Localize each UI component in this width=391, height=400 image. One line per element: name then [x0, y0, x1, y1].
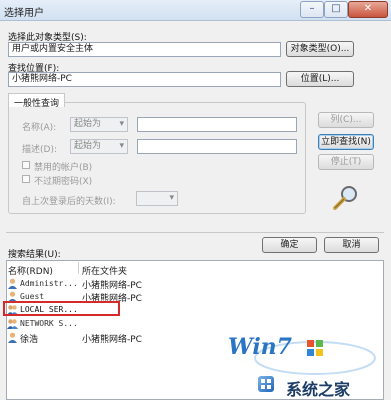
chevron-down-icon: ▾ — [119, 141, 124, 151]
columns-button[interactable]: 列(C)... — [318, 112, 374, 128]
search-results-label: 搜索结果(U): — [8, 250, 61, 260]
list-item-folder: 小猪熊网络-PC — [82, 335, 142, 345]
chevron-down-icon: ▾ — [169, 193, 174, 203]
list-item-folder: 小猪熊网络-PC — [82, 281, 142, 291]
close-icon: ✕ — [363, 3, 373, 14]
group-icon — [7, 319, 18, 329]
separator — [6, 232, 384, 233]
name-operator-value: 起始为 — [74, 119, 102, 129]
close-button[interactable]: ✕ — [348, 1, 388, 18]
description-input[interactable] — [137, 139, 297, 154]
watermark-site-text: 系统之家 — [286, 380, 351, 399]
disabled-accounts-checkbox[interactable] — [22, 161, 30, 169]
watermark-win7-text: Win7 — [228, 334, 292, 360]
list-item[interactable]: NETWORK S... — [7, 318, 167, 330]
minimize-button[interactable]: – — [300, 1, 324, 18]
name-label: 名称(A): — [22, 123, 57, 133]
location-field[interactable]: 小猪熊网络-PC — [8, 72, 281, 87]
minimize-icon: – — [309, 3, 315, 14]
window-title: 选择用户 — [4, 8, 44, 19]
search-icon — [333, 186, 357, 210]
maximize-icon: □ — [331, 3, 341, 14]
list-item-name: NETWORK S... — [20, 319, 78, 328]
locations-button[interactable]: 位置(L)... — [286, 71, 354, 87]
maximize-button[interactable]: □ — [324, 1, 348, 18]
column-header-name[interactable]: 名称(RDN) — [8, 264, 53, 277]
column-divider — [78, 262, 79, 274]
list-item-name: 徐浩 — [20, 335, 39, 345]
name-input[interactable] — [137, 117, 297, 132]
find-now-button[interactable]: 立即查找(N) — [318, 134, 374, 150]
windows-mini-icon — [258, 376, 274, 392]
list-item[interactable]: 徐浩 小猪熊网络-PC — [7, 332, 167, 345]
description-operator-select[interactable]: 起始为 ▾ — [70, 139, 128, 154]
object-types-button[interactable]: 对象类型(O)... — [286, 41, 354, 57]
no-expire-password-checkbox[interactable] — [22, 175, 30, 183]
no-expire-password-label: 不过期密码(X) — [34, 177, 93, 187]
list-item-name: Administr... — [20, 279, 78, 288]
description-operator-value: 起始为 — [74, 141, 102, 151]
days-since-logon-label: 自上次登录后的天数(I): — [22, 197, 116, 207]
stop-button[interactable]: 停止(T) — [318, 154, 374, 170]
user-icon — [8, 278, 17, 289]
chevron-down-icon: ▾ — [119, 119, 124, 129]
highlight-box — [3, 301, 120, 316]
name-operator-select[interactable]: 起始为 ▾ — [70, 117, 128, 132]
user-icon — [8, 332, 17, 343]
list-item-name: Guest — [20, 292, 45, 301]
description-label: 描述(D): — [22, 145, 57, 155]
disabled-accounts-label: 禁用的帐户(B) — [34, 163, 93, 173]
list-item[interactable]: Administr... 小猪熊网络-PC — [7, 278, 167, 291]
ok-button[interactable]: 确定 — [262, 237, 317, 253]
column-header-folder[interactable]: 所在文件夹 — [82, 264, 127, 277]
cancel-button[interactable]: 取消 — [324, 237, 379, 253]
tab-general-query[interactable]: 一般性查询 — [8, 93, 66, 109]
object-type-field[interactable]: 用户或内置安全主体 — [8, 42, 281, 57]
days-since-logon-select[interactable]: ▾ — [136, 191, 178, 206]
